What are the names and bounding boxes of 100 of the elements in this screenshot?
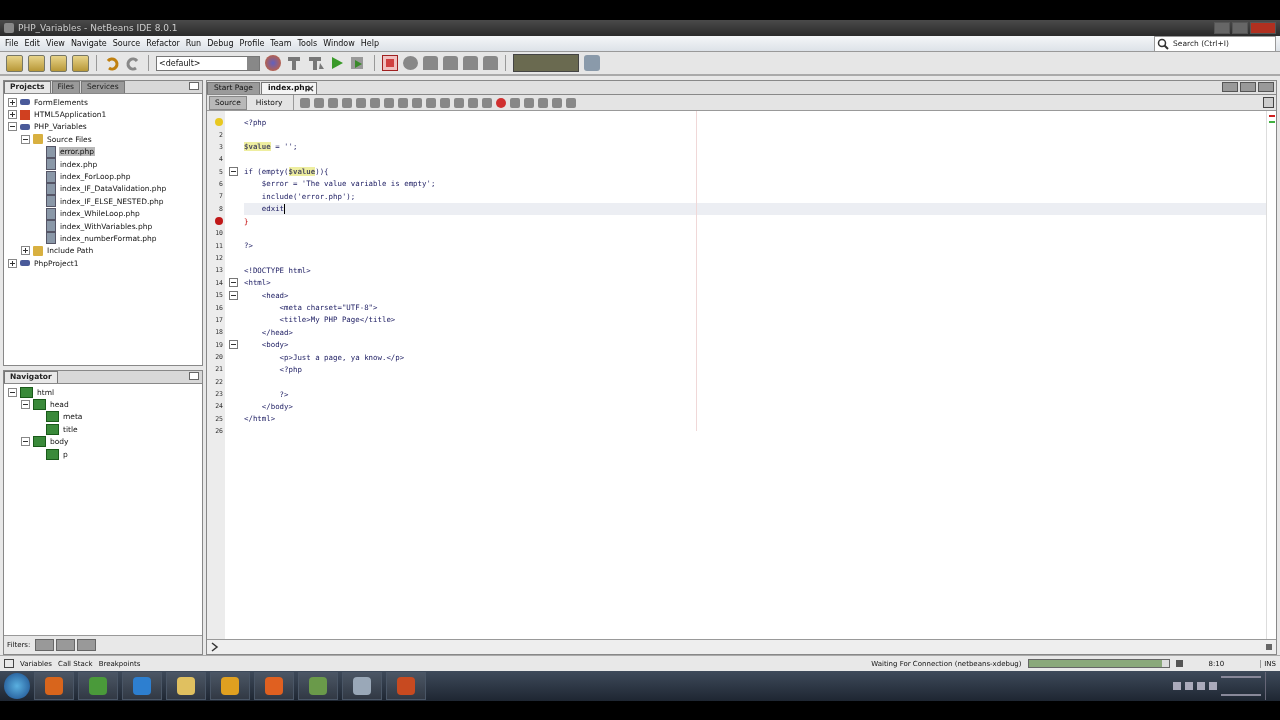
file-icon <box>46 220 56 233</box>
menu-item[interactable]: Edit <box>21 39 43 48</box>
minimize-panel-button[interactable] <box>189 82 199 90</box>
expand-toggle[interactable] <box>8 122 17 132</box>
expand-toggle[interactable] <box>21 437 30 447</box>
app-icon <box>4 23 14 33</box>
cancel-progress-button[interactable] <box>1175 660 1183 667</box>
html-tag-icon <box>46 448 59 460</box>
taskbar-app-icon[interactable] <box>210 672 250 700</box>
hammer-icon[interactable] <box>286 55 302 71</box>
php-project-icon <box>20 99 30 106</box>
taskbar-app-icon[interactable] <box>298 672 338 700</box>
editor-tool-icon[interactable] <box>300 97 311 108</box>
menu-item[interactable]: Window <box>320 39 358 48</box>
taskbar-app-icon[interactable] <box>78 672 118 700</box>
file-icon <box>46 232 56 245</box>
tab-list-button[interactable] <box>1222 82 1238 92</box>
taskbar-app-icon[interactable] <box>342 672 382 700</box>
filter-button[interactable] <box>56 639 76 651</box>
taskbar-app-icon[interactable] <box>122 672 162 700</box>
folder-icon <box>33 245 43 256</box>
editor-tool-icon[interactable] <box>524 97 535 108</box>
start-button[interactable] <box>4 673 30 699</box>
html-tag-icon <box>33 436 46 448</box>
editor-tool-icon[interactable] <box>552 97 563 108</box>
editor-tool-icon[interactable] <box>342 97 353 108</box>
change-marker[interactable] <box>1268 121 1275 123</box>
filter-button[interactable] <box>77 639 97 651</box>
maximize-window-button[interactable] <box>1258 82 1274 92</box>
split-icon[interactable] <box>1263 97 1274 108</box>
search-icon <box>1157 37 1171 50</box>
fold-toggle[interactable] <box>228 167 238 177</box>
minimize-panel-button[interactable] <box>189 372 199 380</box>
menu-item[interactable]: Profile <box>236 39 268 48</box>
menu-item[interactable]: Tools <box>294 39 321 48</box>
expand-toggle[interactable] <box>8 387 17 397</box>
file-icon <box>46 145 56 158</box>
html-tag-icon <box>46 423 59 435</box>
expand-toggle[interactable] <box>21 134 30 144</box>
restore-window-button[interactable] <box>1240 82 1256 92</box>
expand-toggle[interactable] <box>8 258 17 268</box>
php-project-icon <box>20 260 30 267</box>
editor-tool-icon[interactable] <box>566 97 577 108</box>
editor-tool-icon[interactable] <box>468 97 479 108</box>
stop-button[interactable] <box>382 55 398 71</box>
html-tag-icon <box>46 411 59 423</box>
taskbar-app-icon[interactable] <box>254 672 294 700</box>
fold-toggle[interactable] <box>228 340 238 350</box>
file-icon <box>46 195 56 208</box>
editor-tool-icon[interactable] <box>356 97 367 108</box>
editor-tool-icon[interactable] <box>440 97 451 108</box>
menu-item[interactable]: Team <box>267 39 295 48</box>
editor-tool-icon[interactable] <box>314 97 325 108</box>
fold-toggle[interactable] <box>228 290 238 300</box>
error-marker[interactable] <box>1268 115 1275 117</box>
clean-build-icon[interactable] <box>307 55 325 71</box>
editor-tool-icon[interactable] <box>328 97 339 108</box>
editor-tool-icon[interactable] <box>510 97 521 108</box>
html-tag-icon <box>20 386 33 398</box>
editor-tool-icon[interactable] <box>412 97 423 108</box>
menu-item[interactable]: View <box>42 39 68 48</box>
configuration-dropdown[interactable]: <default> <box>156 55 260 71</box>
menu-item[interactable]: Refactor <box>143 39 183 48</box>
menu-item[interactable]: Navigate <box>67 39 110 48</box>
folder-icon <box>33 134 43 145</box>
expand-output-icon[interactable] <box>211 642 219 652</box>
fold-toggle[interactable] <box>228 278 238 288</box>
editor-tool-icon[interactable] <box>454 97 465 108</box>
expand-toggle[interactable] <box>21 400 30 410</box>
filter-button[interactable] <box>35 639 55 651</box>
expand-toggle[interactable] <box>8 110 17 120</box>
editor-tool-icon[interactable] <box>538 97 549 108</box>
window-icon[interactable] <box>4 659 14 668</box>
file-icon <box>46 170 56 183</box>
menu-item[interactable]: Help <box>357 39 382 48</box>
menu-item[interactable]: File <box>2 39 22 48</box>
browser-icon[interactable] <box>265 55 281 71</box>
editor-tool-icon[interactable] <box>398 97 409 108</box>
record-icon[interactable] <box>403 56 418 70</box>
undo-icon[interactable] <box>104 55 120 71</box>
editor-tool-icon[interactable] <box>370 97 381 108</box>
taskbar-app-icon[interactable] <box>166 672 206 700</box>
error-icon[interactable] <box>215 217 223 226</box>
editor-tool-icon[interactable] <box>496 97 507 108</box>
window-title: PHP_Variables - NetBeans IDE 8.0.1 <box>18 23 179 33</box>
expand-toggle[interactable] <box>21 246 30 256</box>
taskbar-app-icon[interactable] <box>34 672 74 700</box>
html-tag-icon <box>33 399 46 411</box>
menu-item[interactable]: Debug <box>204 39 237 48</box>
php-project-icon <box>20 123 30 130</box>
memory-meter[interactable] <box>513 54 579 72</box>
editor-tool-icon[interactable] <box>482 97 493 108</box>
run-icon[interactable] <box>330 55 344 71</box>
redo-icon[interactable] <box>125 55 141 71</box>
editor-tool-icon[interactable] <box>426 97 437 108</box>
file-icon <box>46 207 56 220</box>
editor-tool-icon[interactable] <box>384 97 395 108</box>
expand-toggle[interactable] <box>8 97 17 107</box>
menu-item[interactable]: Run <box>182 39 205 48</box>
menu-item[interactable]: Source <box>109 39 144 48</box>
